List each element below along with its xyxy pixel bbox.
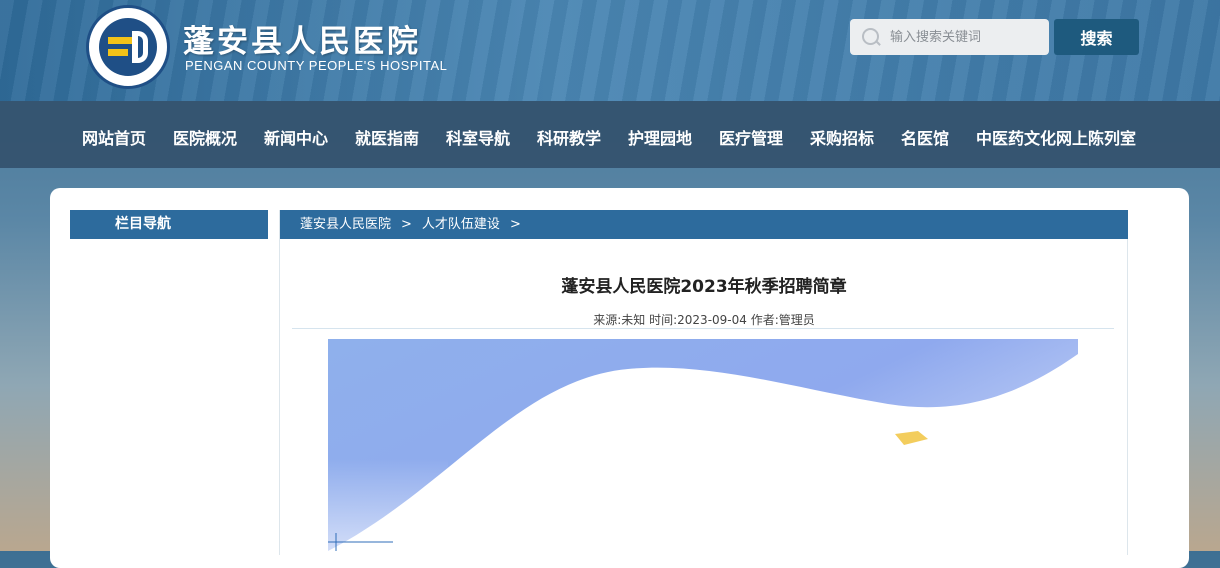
search-input[interactable]	[888, 28, 1042, 46]
logo-inner-mark	[99, 18, 157, 76]
recruitment-poster-image	[328, 339, 1078, 551]
poster-graphic	[328, 339, 1078, 551]
nav-item-news[interactable]: 新闻中心	[264, 125, 328, 149]
nav-item-home[interactable]: 网站首页	[82, 125, 146, 149]
nav-item-research[interactable]: 科研教学	[537, 125, 601, 149]
nav-item-tcm-exhibit[interactable]: 中医药文化网上陈列室	[976, 125, 1136, 149]
search-box[interactable]	[850, 19, 1049, 55]
hospital-name-cn: 蓬安县人民医院	[183, 24, 421, 60]
breadcrumb-separator: >	[401, 217, 412, 232]
breadcrumb-home-link[interactable]: 蓬安县人民医院	[300, 210, 391, 239]
main-nav: 网站首页 医院概况 新闻中心 就医指南 科室导航 科研教学 护理园地 医疗管理 …	[0, 101, 1220, 168]
sidebar-title: 栏目导航	[70, 210, 268, 239]
hospital-logo-emblem[interactable]	[86, 5, 170, 89]
nav-item-guide[interactable]: 就医指南	[355, 125, 419, 149]
nav-item-overview[interactable]: 医院概况	[173, 125, 237, 149]
nav-item-management[interactable]: 医疗管理	[719, 125, 783, 149]
hospital-name-en: PENGAN COUNTY PEOPLE'S HOSPITAL	[185, 58, 448, 73]
search-icon	[860, 26, 882, 48]
breadcrumb-separator: >	[509, 217, 521, 232]
search-button[interactable]: 搜索	[1054, 19, 1139, 55]
nav-item-procurement[interactable]: 采购招标	[810, 125, 874, 149]
article-meta: 来源:未知 时间:2023-09-04 作者:管理员	[593, 313, 815, 327]
nav-item-departments[interactable]: 科室导航	[446, 125, 510, 149]
logo-fp-icon	[108, 31, 148, 63]
divider	[292, 328, 1114, 329]
breadcrumb-section-link[interactable]: 人才队伍建设	[422, 210, 500, 239]
nav-item-nursing[interactable]: 护理园地	[628, 125, 692, 149]
article-title: 蓬安县人民医院2023年秋季招聘简章	[561, 277, 847, 297]
nav-item-doctors[interactable]: 名医馆	[901, 125, 949, 149]
breadcrumb: 蓬安县人民医院 > 人才队伍建设 >	[280, 210, 1128, 239]
